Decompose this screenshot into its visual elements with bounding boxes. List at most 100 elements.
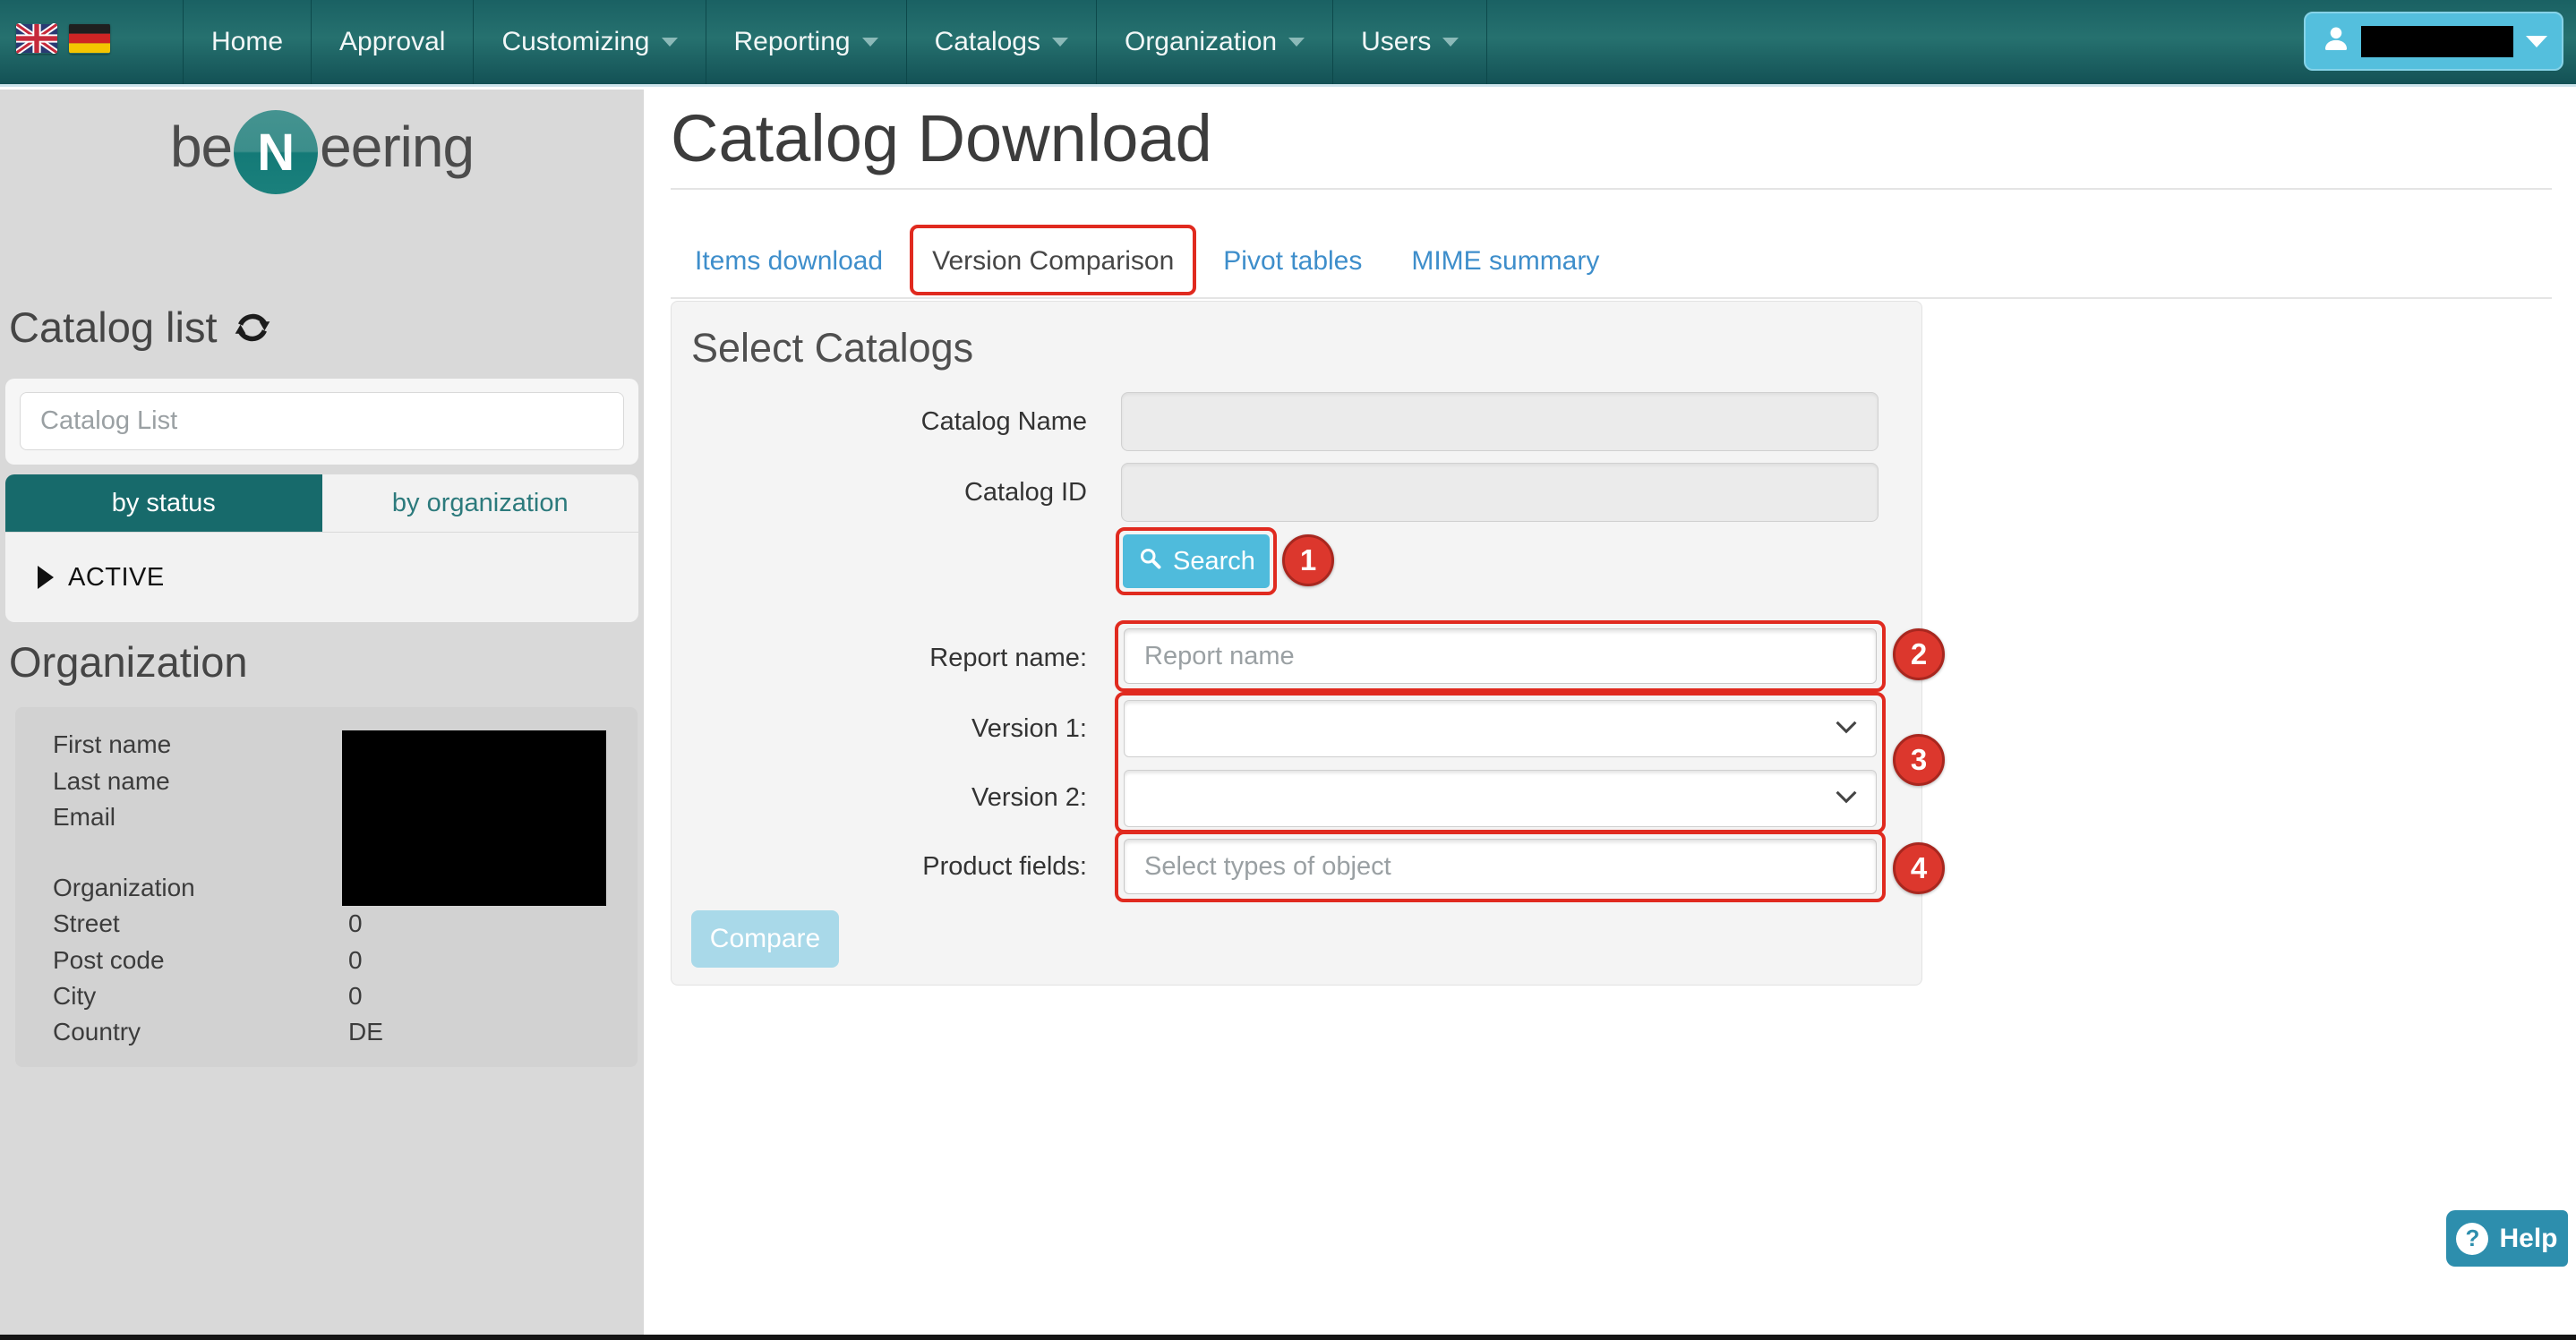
- title-divider: [671, 188, 2552, 190]
- chevron-down-icon: [661, 38, 678, 47]
- redacted-user-details: [342, 730, 606, 906]
- menu-label: Home: [211, 27, 284, 56]
- org-row-label: Post code: [53, 946, 165, 974]
- select-catalogs-panel: Select Catalogs Catalog Name Catalog ID …: [671, 301, 1945, 986]
- top-navbar: Home Approval Customizing Reporting Cata…: [0, 0, 2576, 87]
- annotation-circle-4: 4: [1893, 842, 1945, 894]
- menu-item-organization[interactable]: Organization: [1095, 0, 1332, 84]
- catalog-name-label: Catalog Name: [920, 407, 1087, 436]
- org-row-label: Country: [53, 1018, 141, 1046]
- person-icon: [2320, 23, 2352, 60]
- logo-n-circle: N: [234, 110, 319, 194]
- redacted-username: [2361, 25, 2513, 57]
- menu-label: Catalogs: [934, 27, 1040, 56]
- catalog-list-heading: Catalog list: [9, 303, 218, 351]
- org-row-value: 0: [348, 982, 363, 1010]
- question-mark-icon: ?: [2456, 1222, 2489, 1255]
- menu-label: Reporting: [733, 27, 851, 56]
- main-menu: Home Approval Customizing Reporting Cata…: [183, 0, 1488, 84]
- germany-flag-icon[interactable]: [69, 23, 110, 54]
- expand-triangle-icon: [38, 566, 54, 589]
- version1-select[interactable]: [1124, 700, 1877, 757]
- organization-heading-text: Organization: [9, 638, 248, 686]
- tabs-underline: [671, 297, 2552, 299]
- app-window: Home Approval Customizing Reporting Cata…: [0, 0, 2576, 1340]
- product-fields-input[interactable]: [1124, 839, 1877, 894]
- search-button[interactable]: Search: [1123, 534, 1270, 588]
- chevron-down-icon: [2526, 35, 2547, 47]
- report-name-input[interactable]: [1124, 628, 1877, 684]
- main-content: Catalog Download Items download Version …: [644, 90, 2576, 1335]
- org-row-value: 0: [348, 909, 363, 937]
- chevron-down-icon: [1835, 789, 1858, 808]
- tab-by-organization[interactable]: by organization: [321, 474, 638, 532]
- language-switcher: [16, 23, 110, 54]
- chevron-down-icon: [1442, 38, 1459, 47]
- org-row-label: City: [53, 982, 97, 1010]
- search-button-label: Search: [1173, 546, 1255, 576]
- beneering-logo: be Neering: [0, 97, 644, 197]
- menu-item-approval[interactable]: Approval: [311, 0, 473, 84]
- org-row-value: DE: [348, 1018, 383, 1046]
- page-title: Catalog Download: [671, 101, 1212, 175]
- catalog-id-input: [1121, 463, 1879, 522]
- chevron-down-icon: [1835, 720, 1858, 738]
- product-fields-label: Product fields:: [922, 852, 1087, 881]
- organization-details-panel: First name Last name Email Organization …: [15, 707, 638, 1067]
- org-row-label: Organization: [53, 874, 195, 901]
- menu-item-catalogs[interactable]: Catalogs: [905, 0, 1096, 84]
- menu-label: Approval: [339, 27, 446, 56]
- annotation-circle-1: 1: [1282, 534, 1334, 586]
- chevron-down-icon: [861, 38, 878, 47]
- search-icon: [1137, 545, 1162, 577]
- chevron-down-icon: [1051, 38, 1068, 47]
- window-bottom-edge: [0, 1335, 2576, 1340]
- tab-pivot-tables[interactable]: Pivot tables: [1223, 246, 1362, 277]
- org-row-label: Email: [53, 803, 116, 831]
- compare-button[interactable]: Compare: [691, 910, 839, 968]
- menu-label: Organization: [1124, 27, 1278, 56]
- logo-text-prefix: be: [169, 115, 233, 179]
- catalog-download-tabs: Items download Version Comparison Pivot …: [695, 225, 1599, 295]
- version2-label: Version 2:: [971, 783, 1087, 812]
- tab-version-comparison-label: Version Comparison: [932, 246, 1175, 276]
- catalog-name-input: [1121, 392, 1879, 451]
- uk-flag-icon[interactable]: [16, 23, 57, 54]
- org-row-label: Last name: [53, 767, 170, 795]
- catalog-list-search-panel: [5, 379, 638, 465]
- annotation-circle-3: 3: [1893, 734, 1945, 786]
- org-row-value: 0: [348, 946, 363, 974]
- organization-heading: Organization: [9, 637, 248, 687]
- version2-select[interactable]: [1124, 770, 1877, 827]
- catalog-list-filter-tabs: by status by organization: [5, 474, 638, 532]
- org-row-label: Street: [53, 909, 120, 937]
- org-row-label: First name: [53, 730, 172, 758]
- menu-item-reporting[interactable]: Reporting: [705, 0, 906, 84]
- status-group-label: ACTIVE: [68, 562, 165, 592]
- tab-mime-summary[interactable]: MIME summary: [1411, 246, 1599, 277]
- chevron-down-icon: [1288, 38, 1305, 47]
- catalog-list-heading-row: Catalog list: [9, 303, 271, 352]
- tab-items-download[interactable]: Items download: [695, 246, 883, 277]
- report-name-label: Report name:: [929, 644, 1087, 672]
- help-button[interactable]: ? Help: [2446, 1210, 2568, 1267]
- tab-by-status[interactable]: by status: [5, 474, 322, 532]
- user-account-dropdown[interactable]: [2304, 12, 2563, 71]
- menu-label: Customizing: [501, 27, 650, 56]
- status-group-active[interactable]: ACTIVE: [38, 533, 165, 622]
- menu-item-customizing[interactable]: Customizing: [473, 0, 705, 84]
- menu-item-users[interactable]: Users: [1332, 0, 1488, 84]
- version1-label: Version 1:: [971, 714, 1087, 743]
- menu-label: Users: [1361, 27, 1432, 56]
- menu-item-home[interactable]: Home: [183, 0, 311, 84]
- logo-text-suffix: eering: [320, 115, 475, 179]
- annotation-circle-2: 2: [1893, 628, 1945, 680]
- catalog-id-label: Catalog ID: [963, 478, 1087, 507]
- catalog-list-input[interactable]: [20, 392, 624, 450]
- help-button-label: Help: [2499, 1223, 2558, 1253]
- refresh-icon[interactable]: [234, 309, 271, 346]
- select-catalogs-heading: Select Catalogs: [691, 325, 974, 371]
- sidebar: beNeering Catalog list by status by orga…: [0, 90, 644, 1335]
- tab-version-comparison[interactable]: Version Comparison: [910, 225, 1197, 295]
- status-list-panel: ACTIVE: [5, 533, 638, 622]
